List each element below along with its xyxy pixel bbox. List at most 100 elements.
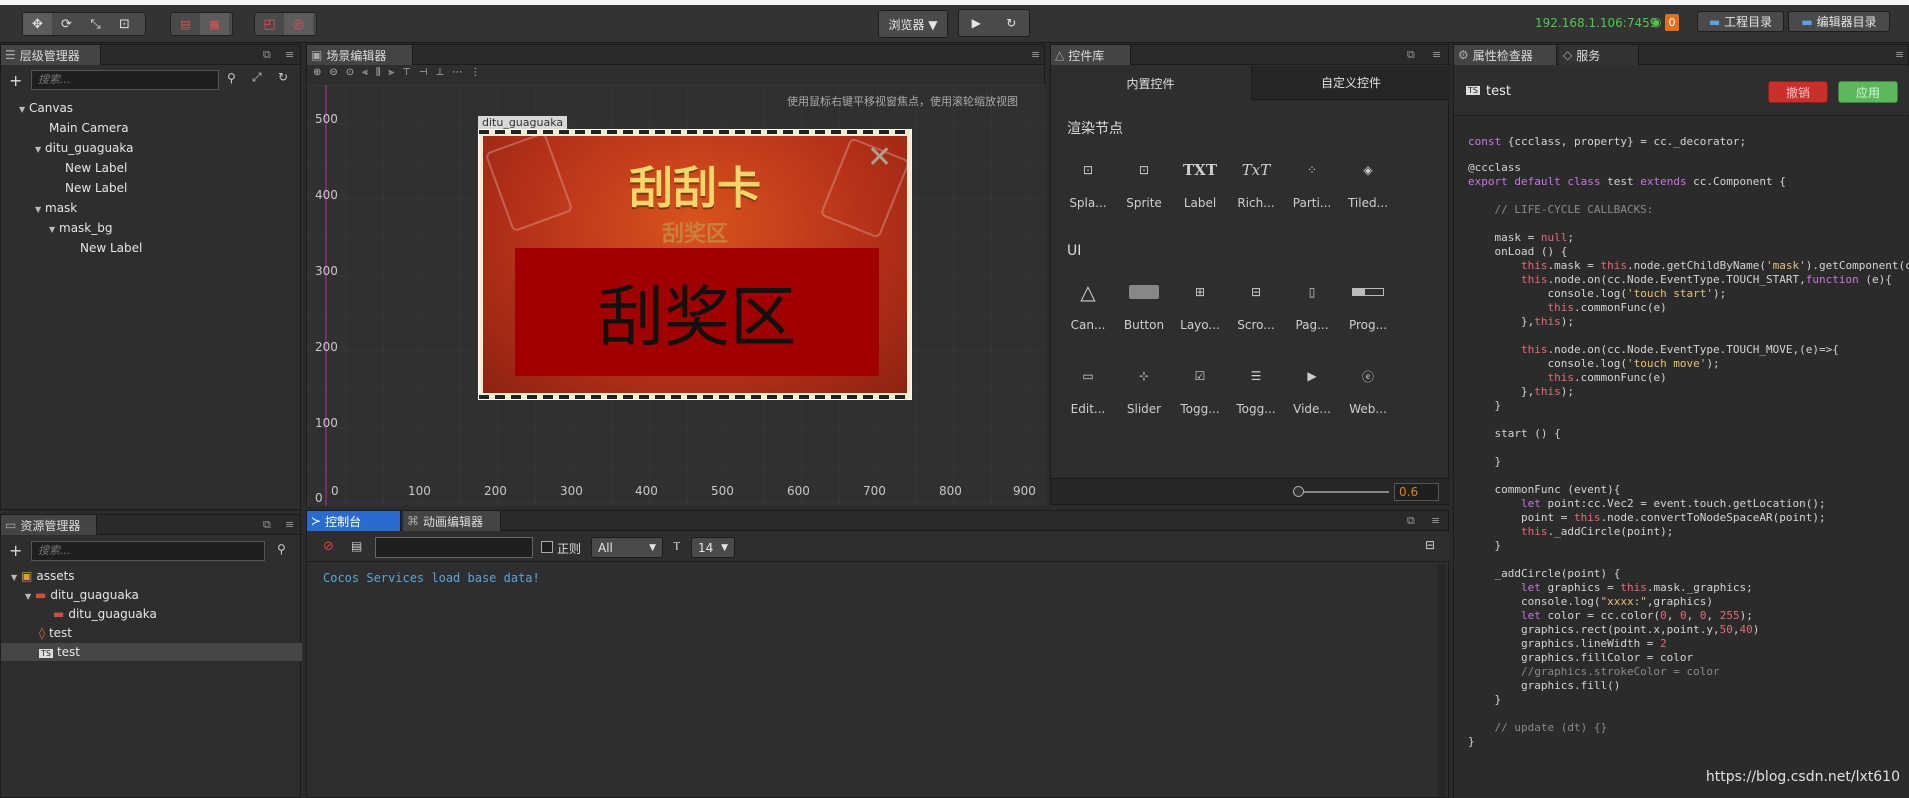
refresh-icon[interactable]: ↻: [278, 70, 288, 84]
control-sprite[interactable]: ⊡ Sprite: [1116, 154, 1172, 210]
code-view[interactable]: const {ccclass, property} = cc._decorato…: [1454, 117, 1909, 798]
tab-animation-editor[interactable]: ⌘ 动画编辑器: [403, 511, 501, 531]
zoom-in-icon[interactable]: ⊕: [313, 67, 321, 83]
zoom-reset-icon[interactable]: ⊙: [346, 67, 354, 83]
rotate-tool-icon[interactable]: ⟳: [52, 13, 81, 35]
zoom-out-icon[interactable]: ⊖: [329, 67, 337, 83]
control-editbox[interactable]: ▭ Edit...: [1060, 360, 1116, 416]
asset-item-sprite[interactable]: ▬ ditu_guaguaka: [53, 605, 157, 623]
chevron-down-icon[interactable]: ▼: [19, 101, 29, 119]
menu-icon[interactable]: ≡: [1431, 514, 1440, 527]
tab-control-library[interactable]: △ 控件库: [1051, 45, 1131, 65]
chevron-down-icon[interactable]: ▼: [35, 201, 45, 219]
menu-icon[interactable]: ≡: [1895, 48, 1904, 61]
control-label[interactable]: TXT Label: [1172, 154, 1228, 210]
tree-item-main-camera[interactable]: Main Camera: [49, 119, 129, 137]
menu-icon[interactable]: ≡: [285, 518, 294, 531]
gizmo-circle-icon[interactable]: ◎: [284, 13, 313, 35]
menu-icon[interactable]: ≡: [1031, 48, 1040, 61]
chevron-down-icon[interactable]: ▼: [35, 141, 45, 159]
zoom-slider-track[interactable]: [1297, 491, 1389, 493]
hierarchy-search-input[interactable]: 搜索...: [31, 70, 219, 90]
zoom-value-input[interactable]: 0.6: [1394, 483, 1439, 501]
scale-tool-icon[interactable]: ⤡: [81, 13, 110, 35]
expand-icon[interactable]: ⤢: [252, 70, 262, 85]
tab-hierarchy[interactable]: ☰ 层级管理器: [1, 45, 101, 65]
tab-assets[interactable]: ▭ 资源管理器: [1, 515, 97, 535]
search-icon[interactable]: ⚲: [277, 542, 286, 556]
control-particle[interactable]: ⁘ Parti...: [1284, 154, 1340, 210]
close-icon[interactable]: ✕: [867, 140, 892, 175]
tab-inspector[interactable]: ⚙ 属性检查器: [1454, 45, 1557, 65]
tab-builtin-controls[interactable]: 内置控件: [1051, 66, 1250, 100]
search-icon[interactable]: ⚲: [227, 71, 236, 85]
control-slider[interactable]: ⊹ Slider: [1116, 360, 1172, 416]
control-layout[interactable]: ⊞ Layo...: [1172, 276, 1228, 332]
asset-item-script[interactable]: TS test: [1, 643, 302, 661]
pivot-local-icon[interactable]: ▤: [171, 13, 200, 35]
tab-console[interactable]: ≻ 控制台: [307, 511, 401, 531]
tab-custom-controls[interactable]: 自定义控件: [1251, 66, 1450, 100]
control-webview[interactable]: ⓔ Web...: [1340, 360, 1396, 417]
tab-scene-editor[interactable]: ▣ 场景编辑器: [307, 45, 413, 65]
distribute-v-icon[interactable]: ⋮: [470, 67, 480, 83]
tree-item-mask-bg[interactable]: ▼ mask_bg: [49, 219, 112, 237]
control-pageview[interactable]: ▯ Pag...: [1284, 276, 1340, 332]
move-tool-icon[interactable]: ✥: [23, 13, 52, 35]
gizmo-rect-icon[interactable]: ◰: [255, 13, 284, 35]
control-button[interactable]: Button: [1116, 276, 1172, 332]
play-icon[interactable]: ▶: [972, 16, 981, 30]
tree-item-new-label[interactable]: New Label: [80, 239, 142, 257]
scratch-area[interactable]: 刮奖区: [515, 248, 879, 376]
apply-button[interactable]: 应用: [1838, 81, 1898, 103]
clear-icon[interactable]: ⊘: [323, 539, 334, 554]
popout-icon[interactable]: ⧉: [1407, 48, 1415, 62]
tab-services[interactable]: ◇ 服务: [1559, 45, 1639, 65]
align-left-icon[interactable]: ⫷: [362, 67, 368, 83]
popout-icon[interactable]: ⧉: [1407, 514, 1415, 528]
tree-item-mask[interactable]: ▼ mask: [35, 199, 77, 217]
browser-select[interactable]: 浏览器 ▼: [878, 10, 948, 38]
popout-icon[interactable]: ⧉: [263, 518, 271, 532]
asset-item-scene[interactable]: ◊ test: [39, 624, 72, 642]
project-dir-button[interactable]: ▬ 工程目录: [1697, 11, 1784, 32]
menu-icon[interactable]: ≡: [285, 48, 294, 61]
zoom-slider-handle[interactable]: [1293, 486, 1304, 497]
add-icon[interactable]: +: [9, 71, 22, 90]
chevron-down-icon[interactable]: ▼: [49, 221, 59, 239]
control-scrollview[interactable]: ⊟ Scro...: [1228, 276, 1284, 332]
console-scrollbar[interactable]: [1438, 565, 1446, 797]
open-log-icon[interactable]: ▤: [351, 539, 362, 553]
control-progressbar[interactable]: Prog...: [1340, 276, 1396, 332]
console-filter-input[interactable]: [375, 537, 533, 558]
align-vcenter-icon[interactable]: ⊣: [419, 67, 428, 83]
asset-item-folder[interactable]: ▼ ▬ ditu_guaguaka: [25, 586, 139, 604]
assets-search-input[interactable]: 搜索...: [31, 541, 265, 561]
revert-button[interactable]: 撤销: [1768, 81, 1828, 103]
regex-checkbox[interactable]: [541, 541, 553, 553]
control-togglegroup[interactable]: ☰ Togg...: [1228, 360, 1284, 416]
control-richtext[interactable]: TxT Rich...: [1228, 154, 1284, 210]
log-level-select[interactable]: All ▼: [591, 537, 663, 558]
align-right-icon[interactable]: ⫸: [388, 67, 394, 83]
tree-item-new-label[interactable]: New Label: [65, 159, 127, 177]
notification-badge[interactable]: 0: [1665, 14, 1679, 31]
refresh-icon[interactable]: ↻: [1006, 16, 1016, 30]
add-icon[interactable]: +: [9, 541, 22, 560]
chevron-down-icon[interactable]: ▼: [11, 569, 21, 587]
font-size-select[interactable]: 14 ▼: [691, 537, 735, 558]
pivot-global-icon[interactable]: ▦: [200, 13, 229, 35]
control-toggle[interactable]: ☑ Togg...: [1172, 360, 1228, 416]
control-splash[interactable]: ⊡ Spla...: [1060, 154, 1116, 210]
scratch-card-node[interactable]: 刮刮卡 刮奖区 ✕ 刮奖区: [478, 129, 912, 400]
control-tiledmap[interactable]: ◈ Tiled...: [1340, 154, 1396, 210]
control-videoplayer[interactable]: ▶ Vide...: [1284, 360, 1340, 416]
collapse-icon[interactable]: ⊟: [1425, 538, 1435, 552]
tree-item-new-label[interactable]: New Label: [65, 179, 127, 197]
tree-item-ditu-guaguaka[interactable]: ▼ ditu_guaguaka: [35, 139, 134, 157]
rect-tool-icon[interactable]: ⊡: [110, 13, 139, 35]
editor-dir-button[interactable]: ▬ 编辑器目录: [1788, 11, 1890, 32]
distribute-h-icon[interactable]: ⋯: [452, 67, 462, 83]
chevron-down-icon[interactable]: ▼: [25, 588, 35, 606]
menu-icon[interactable]: ≡: [1432, 48, 1441, 61]
